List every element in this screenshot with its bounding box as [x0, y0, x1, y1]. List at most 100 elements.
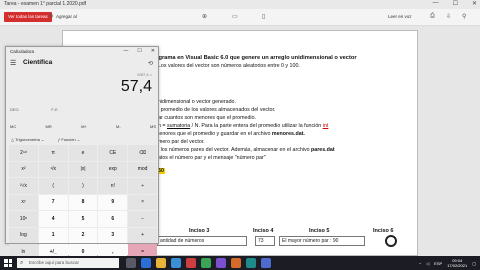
app-icon[interactable]	[231, 258, 241, 268]
zoom-icon[interactable]: ⊕	[202, 13, 207, 20]
key-1[interactable]: 1	[38, 227, 68, 243]
calculator-taskbar-icon[interactable]	[261, 258, 271, 268]
key-5[interactable]: 5	[68, 211, 98, 227]
maximize-icon[interactable]: ☐	[453, 0, 458, 7]
deg-button[interactable]: DEG	[10, 107, 19, 112]
calculator-mode: Científica	[23, 59, 53, 66]
table-header: Inciso 5	[309, 228, 330, 234]
calculator-window[interactable]: Calculadora — ☐ ✕ ☰ Científica ⟲ 0/57,4 …	[5, 46, 159, 260]
add-to-button[interactable]: Agregar al	[56, 12, 77, 22]
windows-start-icon[interactable]	[4, 259, 12, 267]
table-header: Inciso 6	[373, 228, 394, 234]
page-icon[interactable]: ▯	[262, 13, 265, 20]
volume-icon[interactable]: ◁	[426, 261, 429, 266]
taskbar-apps	[126, 258, 271, 268]
key-e[interactable]: e	[68, 145, 98, 161]
system-tray: ◔ ◁ ESP 09:04 17/02/2021 ▢	[419, 258, 476, 268]
calculator-keypad: 2ⁿᵈ π e CE ⌫ x² ¹/x |x| exp mod ²√x ( ) …	[9, 145, 157, 260]
file-explorer-icon[interactable]	[156, 258, 166, 268]
close-icon[interactable]: ✕	[151, 48, 155, 54]
key-power[interactable]: xʸ	[9, 194, 38, 210]
key-divide[interactable]: ÷	[128, 178, 157, 194]
key-abs[interactable]: |x|	[68, 161, 98, 177]
edge-icon[interactable]	[141, 258, 151, 268]
memory-add-button[interactable]: M+	[81, 124, 87, 129]
read-aloud-button[interactable]: Leer en voz	[388, 12, 412, 22]
clock[interactable]: 09:04 17/02/2021	[447, 258, 467, 268]
calculator-expression: 0/57,4 =	[137, 72, 152, 77]
tab-title[interactable]: Tarea - examen 1° parcial 1.2020.pdf	[4, 1, 86, 7]
app-icon[interactable]	[246, 258, 256, 268]
key-ten-power[interactable]: 10ˣ	[9, 211, 38, 227]
key-pi[interactable]: π	[38, 145, 68, 161]
language-indicator[interactable]: ESP	[434, 261, 442, 266]
fe-button[interactable]: F-E	[51, 107, 57, 112]
notification-icon[interactable]: ▢	[472, 261, 476, 266]
memory-row: MC MR M+ M- MS	[10, 124, 156, 129]
menu-icon[interactable]: ☰	[10, 59, 16, 67]
pin-icon[interactable]: ⚲	[462, 13, 466, 20]
trigonometry-dropdown[interactable]: △ Trigonometría ⌄	[11, 137, 44, 142]
key-reciprocal[interactable]: ¹/x	[38, 161, 68, 177]
taskbar-search[interactable]: ⌕ Escribe aquí para buscar	[17, 258, 119, 268]
calculator-display: 57,4	[120, 78, 152, 95]
network-icon[interactable]: ◔	[419, 261, 421, 266]
back-icon[interactable]: ⟲	[48, 13, 53, 20]
key-exp[interactable]: exp	[98, 161, 128, 177]
doc-line: úmero par del vector.	[155, 139, 205, 145]
key-2[interactable]: 2	[68, 227, 98, 243]
taskbar: ⌕ Escribe aquí para buscar ◔ ◁ ESP 09:04…	[0, 256, 480, 270]
doc-line: . Los valores del vector son números ale…	[155, 63, 300, 69]
minimize-icon[interactable]: —	[123, 48, 128, 54]
minimize-icon[interactable]: —	[433, 0, 439, 7]
app-icon[interactable]	[216, 258, 226, 268]
maximize-icon[interactable]: ☐	[137, 48, 141, 54]
key-multiply[interactable]: ×	[128, 194, 157, 210]
doc-line: ograma en Visual Basic 6.0 que genere un…	[155, 55, 357, 61]
memory-subtract-button[interactable]: M-	[116, 124, 121, 129]
key-backspace[interactable]: ⌫	[128, 145, 157, 161]
table-cell: El mayor número par : 90	[279, 236, 365, 246]
key-8[interactable]: 8	[68, 194, 98, 210]
key-sqrt[interactable]: ²√x	[9, 178, 38, 194]
history-icon[interactable]: ⟲	[148, 60, 153, 67]
key-plus[interactable]: +	[128, 227, 157, 243]
store-icon[interactable]	[171, 258, 181, 268]
table-header: Inciso 4	[253, 228, 274, 234]
key-7[interactable]: 7	[38, 194, 68, 210]
function-dropdown[interactable]: ƒ Función ⌄	[58, 137, 80, 142]
search-icon: ⌕	[20, 260, 24, 266]
app-icon[interactable]	[186, 258, 196, 268]
table-cell: 73	[255, 236, 275, 246]
key-6[interactable]: 6	[98, 211, 128, 227]
app-icon[interactable]	[201, 258, 211, 268]
key-mod[interactable]: mod	[128, 161, 157, 177]
view-tasks-button[interactable]: Ver todas las tareas	[4, 12, 52, 22]
window-controls: — ☐ ✕	[433, 0, 477, 7]
memory-store-button[interactable]: MS	[150, 124, 156, 129]
key-9[interactable]: 9	[98, 194, 128, 210]
fit-icon[interactable]: ▭	[232, 13, 238, 20]
close-icon[interactable]: ✕	[472, 0, 477, 7]
memory-clear-button[interactable]: MC	[10, 124, 16, 129]
key-close-paren[interactable]: )	[68, 178, 98, 194]
print-icon[interactable]: ⎙	[430, 13, 435, 20]
calculator-window-controls: — ☐ ✕	[123, 48, 155, 54]
key-minus[interactable]: −	[128, 211, 157, 227]
key-open-paren[interactable]: (	[38, 178, 68, 194]
key-second[interactable]: 2ⁿᵈ	[9, 145, 38, 161]
key-clear-entry[interactable]: CE	[98, 145, 128, 161]
table-cell: antidad de números	[157, 236, 247, 246]
doc-line: ón = sumatoria / N. Para la parte entera…	[155, 123, 329, 129]
memory-recall-button[interactable]: MR	[46, 124, 52, 129]
doc-line: datos el número par y el mensaje "número…	[155, 155, 266, 161]
key-square[interactable]: x²	[9, 161, 38, 177]
key-3[interactable]: 3	[98, 227, 128, 243]
task-view-icon[interactable]	[126, 258, 136, 268]
save-icon[interactable]: ⇩	[446, 13, 451, 20]
key-log[interactable]: log	[9, 227, 38, 243]
calculator-title: Calculadora	[10, 49, 35, 54]
key-factorial[interactable]: n!	[98, 178, 128, 194]
key-4[interactable]: 4	[38, 211, 68, 227]
browser-tab-bar: Tarea - examen 1° parcial 1.2020.pdf — ☐…	[0, 0, 480, 9]
